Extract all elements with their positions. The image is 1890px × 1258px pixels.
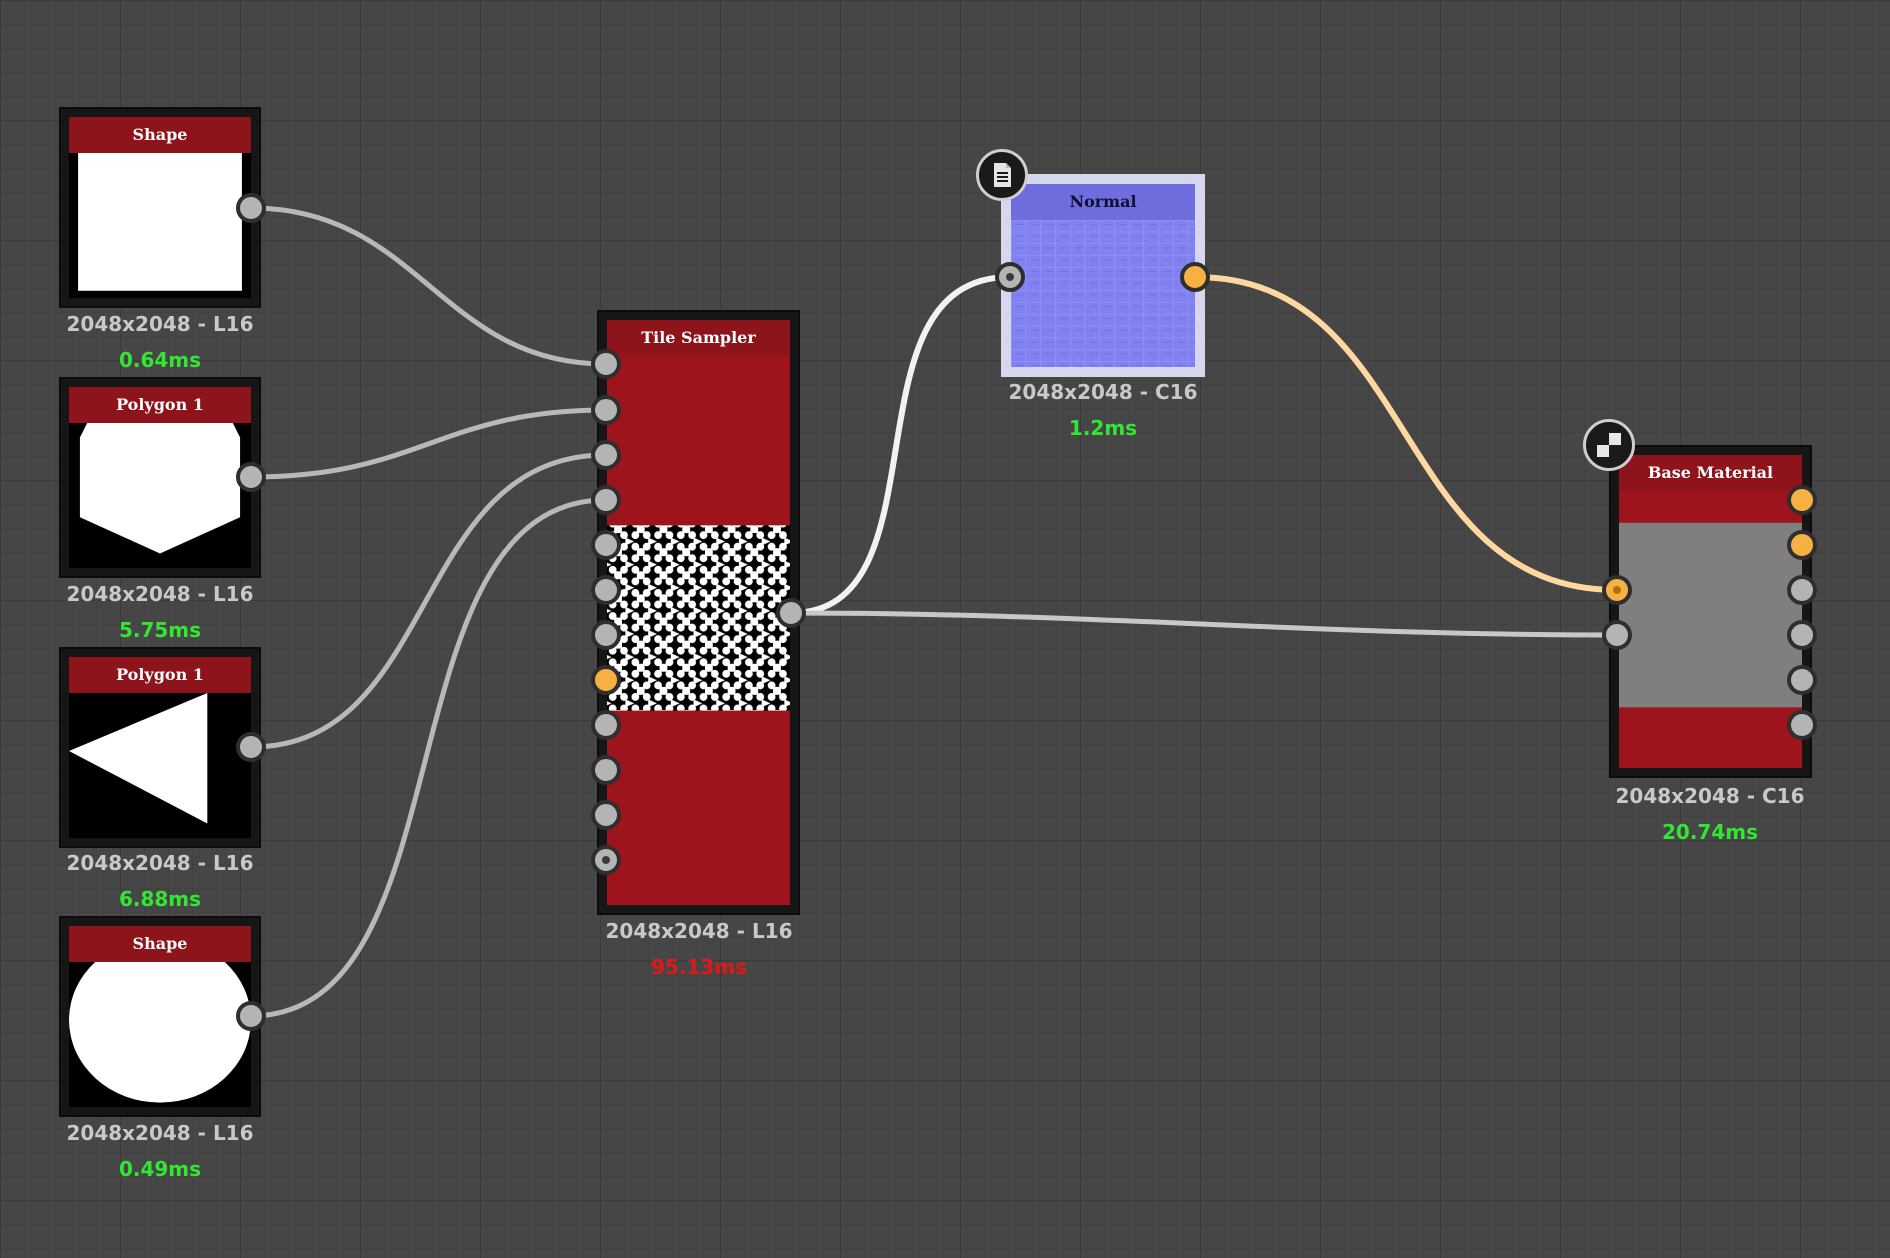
wire-shape2-to-tile-sampler[interactable] (250, 497, 607, 1019)
wire-polygon1-to-tile-sampler[interactable] (250, 407, 607, 480)
input-port[interactable] (1602, 575, 1632, 605)
output-port[interactable] (1787, 575, 1817, 605)
input-port[interactable] (591, 710, 621, 740)
output-port[interactable] (236, 193, 266, 223)
input-port[interactable] (591, 530, 621, 560)
node-resolution: 2048x2048 - L16 (66, 582, 254, 606)
output-port[interactable] (236, 732, 266, 762)
node-polygon-1[interactable]: Polygon 1 (59, 377, 261, 578)
checker-icon[interactable] (1583, 419, 1635, 471)
wire-tile-sampler-to-normal[interactable] (790, 274, 1011, 616)
input-port[interactable] (591, 349, 621, 379)
node-header: Polygon 1 (69, 387, 251, 423)
input-port[interactable] (591, 575, 621, 605)
wire-polygon2-to-tile-sampler[interactable] (250, 452, 607, 750)
node-preview-normal-map (1011, 220, 1195, 367)
node-resolution: 2048x2048 - L16 (66, 312, 254, 336)
input-port[interactable] (591, 800, 621, 830)
node-preview-square (69, 153, 251, 298)
output-port[interactable] (1787, 665, 1817, 695)
node-time: 95.13ms (650, 955, 747, 979)
node-time: 6.88ms (118, 887, 202, 911)
node-shape-2[interactable]: Shape (59, 916, 261, 1117)
output-port[interactable] (236, 1001, 266, 1031)
node-preview-pentagon (69, 423, 251, 568)
node-tile-sampler[interactable]: Tile Sampler (597, 310, 800, 915)
node-resolution: 2048x2048 - C16 (1008, 380, 1198, 404)
input-port[interactable] (591, 665, 621, 695)
wire-tile-sampler-to-base-material[interactable] (790, 610, 1618, 638)
node-preview-circle (69, 962, 251, 1107)
output-port[interactable] (236, 462, 266, 492)
node-resolution: 2048x2048 - L16 (66, 1121, 254, 1145)
node-header: Normal (1011, 184, 1195, 220)
node-time: 0.49ms (118, 1157, 202, 1181)
input-port[interactable] (591, 845, 621, 875)
input-port[interactable] (1602, 620, 1632, 650)
node-header: Shape (69, 117, 251, 153)
wire-shape1-to-tile-sampler[interactable] (250, 205, 607, 367)
node-polygon-2[interactable]: Polygon 1 (59, 647, 261, 848)
node-normal[interactable]: Normal (1001, 174, 1205, 377)
node-header: Shape (69, 926, 251, 962)
wire-normal-to-base-material[interactable] (1194, 274, 1618, 593)
node-graph-canvas[interactable]: Shape 2048x2048 - L16 0.64ms Polygon 1 2… (0, 0, 1890, 1258)
input-port[interactable] (591, 620, 621, 650)
node-preview-material (1619, 491, 1802, 768)
node-header: Polygon 1 (69, 657, 251, 693)
output-port[interactable] (1787, 710, 1817, 740)
node-time: 5.75ms (118, 618, 202, 642)
output-port[interactable] (1180, 262, 1210, 292)
input-port[interactable] (591, 440, 621, 470)
node-resolution: 2048x2048 - L16 (605, 919, 793, 943)
node-time: 20.74ms (1661, 820, 1758, 844)
input-port[interactable] (591, 755, 621, 785)
node-resolution: 2048x2048 - L16 (66, 851, 254, 875)
output-port[interactable] (1787, 485, 1817, 515)
output-port[interactable] (1787, 620, 1817, 650)
output-port[interactable] (776, 598, 806, 628)
node-preview-tile-pattern (607, 356, 790, 905)
document-icon[interactable] (976, 149, 1028, 201)
input-port[interactable] (591, 485, 621, 515)
node-time: 0.64ms (118, 348, 202, 372)
input-port[interactable] (591, 395, 621, 425)
node-header: Base Material (1619, 455, 1802, 491)
node-header: Tile Sampler (607, 320, 790, 356)
node-shape-1[interactable]: Shape (59, 107, 261, 308)
node-preview-triangle (69, 693, 251, 838)
output-port[interactable] (1787, 530, 1817, 560)
input-port[interactable] (995, 262, 1025, 292)
node-base-material[interactable]: Base Material (1609, 445, 1812, 778)
node-resolution: 2048x2048 - C16 (1615, 784, 1805, 808)
node-time: 1.2ms (1068, 416, 1138, 440)
